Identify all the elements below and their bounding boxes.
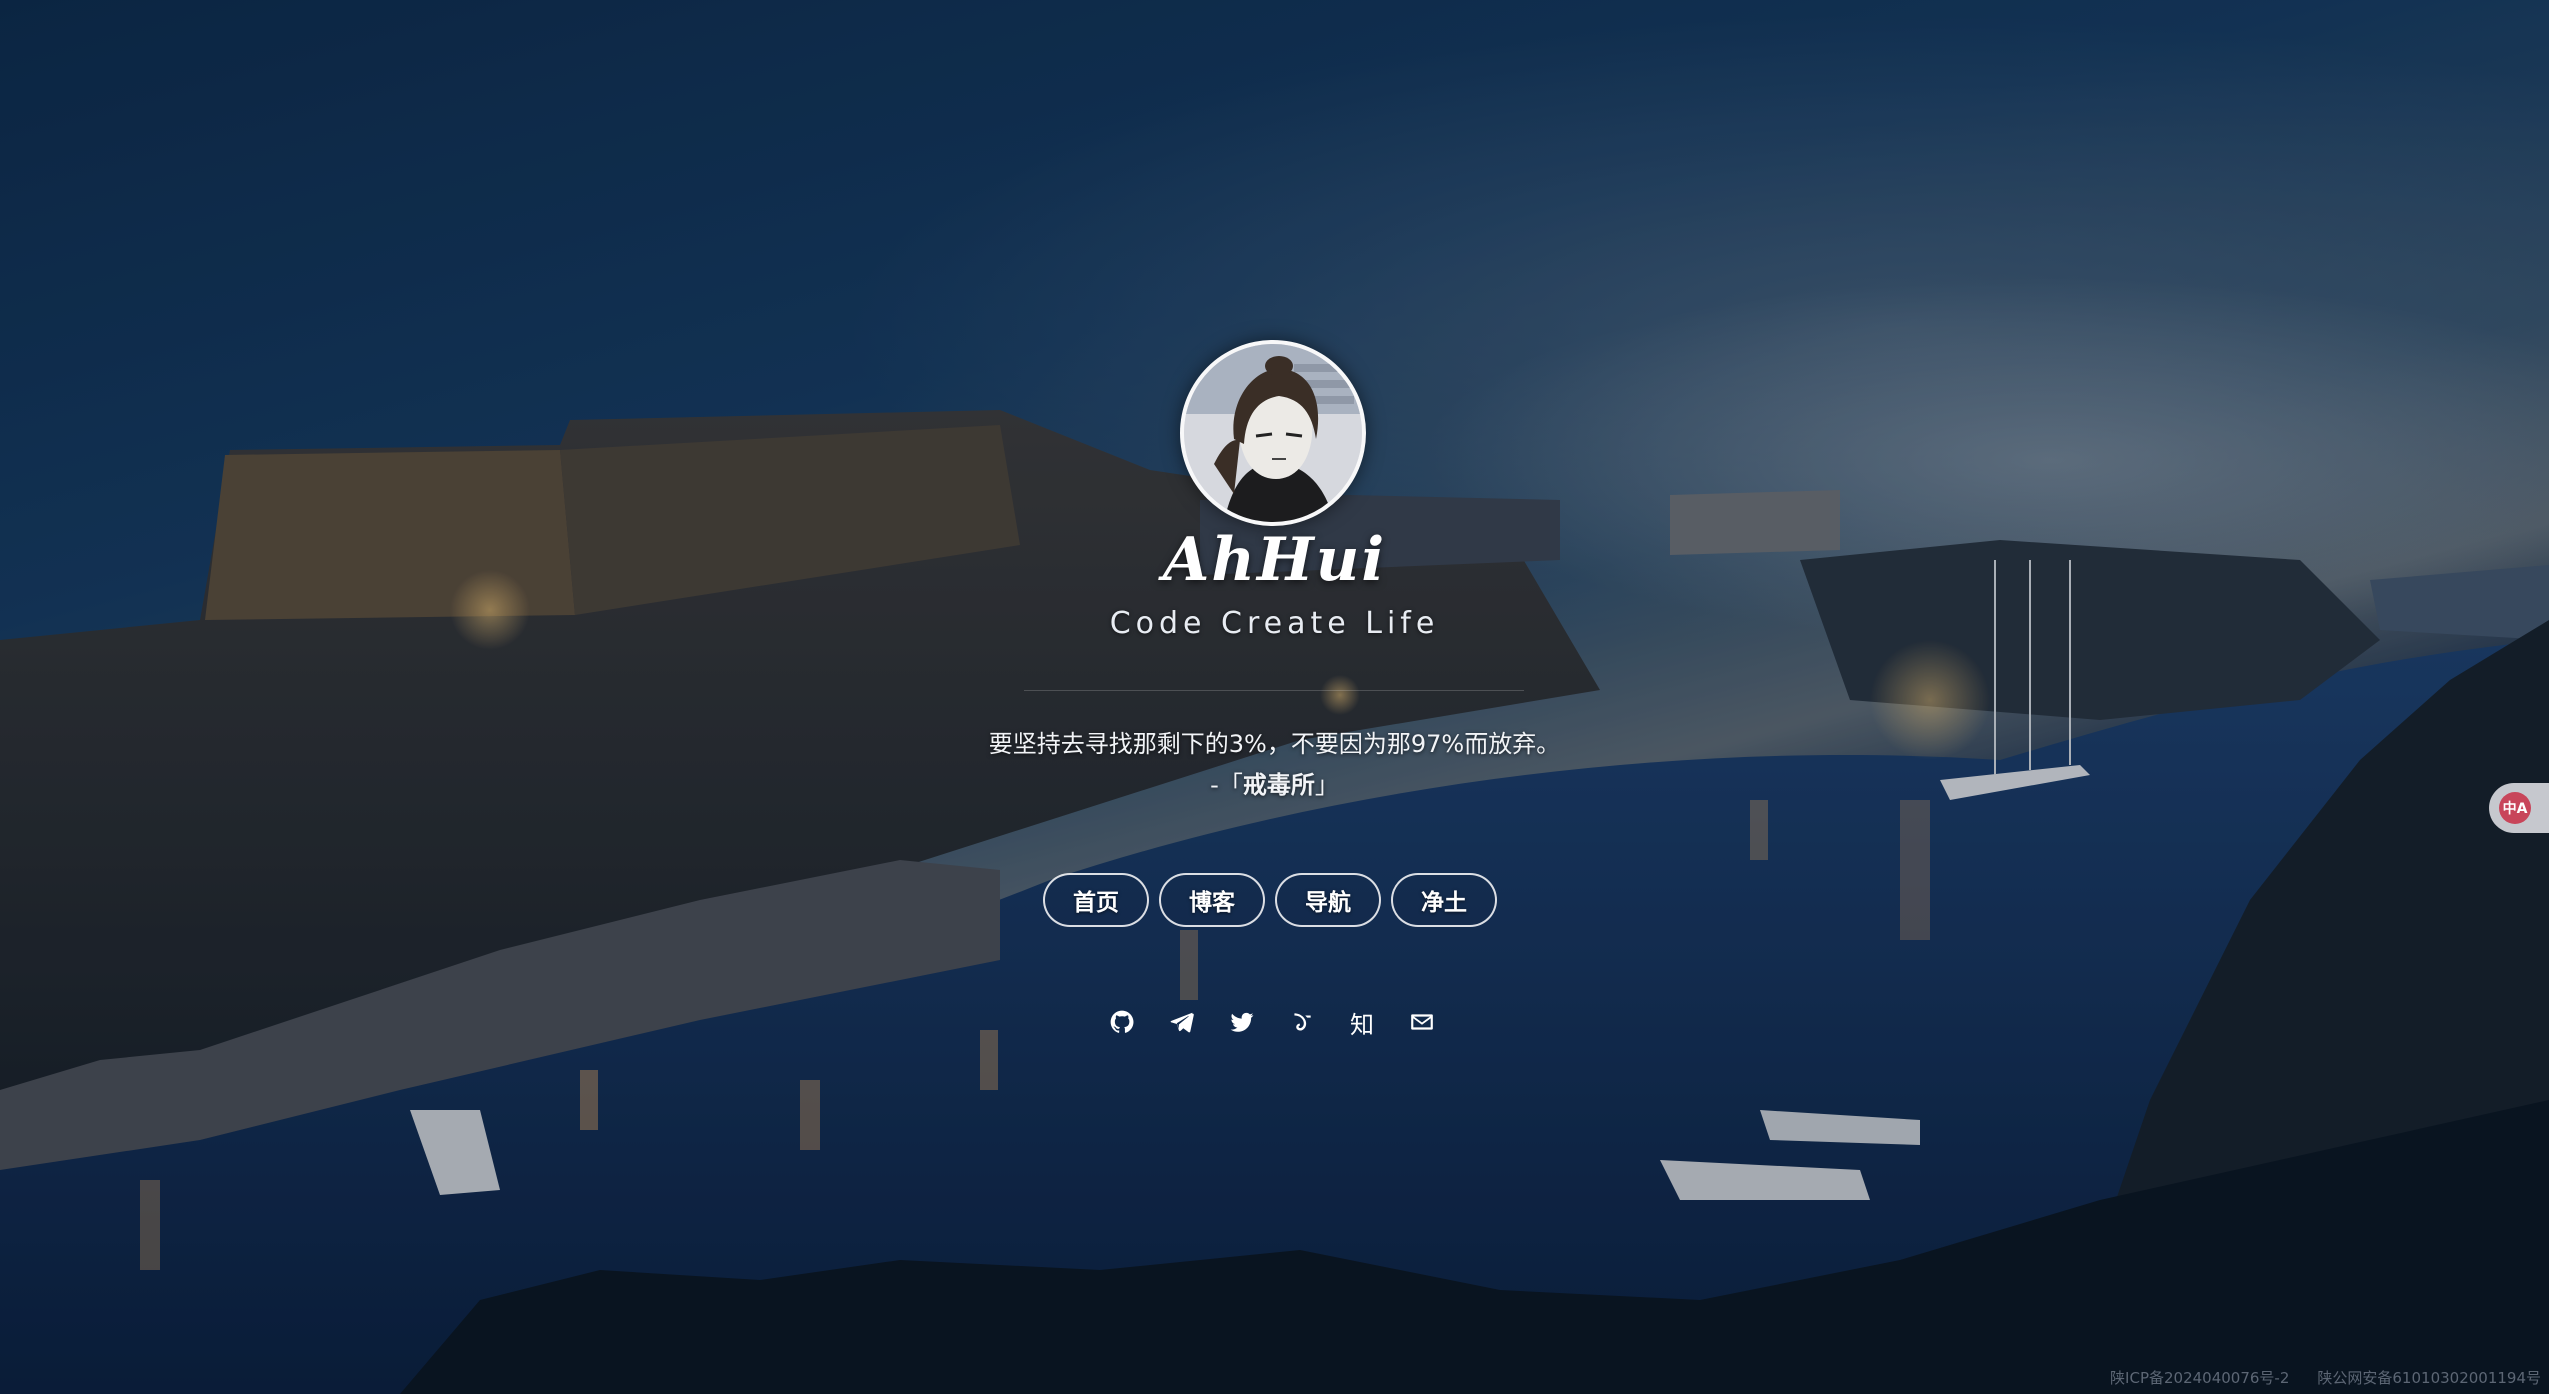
main-nav: 首页 博客 导航 净土 [1043,873,1497,927]
social-links: 知 [1108,1008,1436,1039]
avatar-portrait-icon [1184,344,1362,522]
twitter-icon[interactable] [1228,1008,1256,1036]
dim-overlay [0,0,2549,1394]
translate-button[interactable]: 中A [2489,783,2549,833]
telegram-icon[interactable] [1168,1008,1196,1036]
police-record-link[interactable]: 陕公网安备61010302001194号 [2317,1367,2541,1388]
email-icon[interactable] [1408,1008,1436,1036]
quote-source: -「戒毒所」 [0,765,2549,800]
nav-navigation-button[interactable]: 导航 [1275,873,1381,927]
github-icon[interactable] [1108,1008,1136,1036]
avatar [1180,340,1366,526]
quote-source-prefix: -「 [1210,771,1243,799]
nav-home-button[interactable]: 首页 [1043,873,1149,927]
quote-source-suffix: 」 [1314,771,1339,799]
quote-text: 要坚持去寻找那剩下的3%，不要因为那97%而放弃。 [988,730,1561,758]
site-slogan: Code Create Life [1109,606,1440,641]
nav-pureland-button[interactable]: 净土 [1391,873,1497,927]
page: AhHui Code Create Life 要坚持去寻找那剩下的3%，不要因为… [0,0,2549,1394]
site-name: AhHui [1162,525,1387,595]
translate-icon: 中A [2499,792,2531,824]
quote-source-name: 戒毒所 [1242,771,1315,799]
fediverse-icon[interactable] [1288,1008,1316,1036]
zhihu-icon[interactable]: 知 [1348,1008,1376,1039]
divider [1024,690,1524,691]
icp-link[interactable]: 陕ICP备2024040076号-2 [2110,1367,2289,1388]
nav-blog-button[interactable]: 博客 [1159,873,1265,927]
footer: 陕ICP备2024040076号-2 陕公网安备61010302001194号 [2110,1367,2541,1388]
